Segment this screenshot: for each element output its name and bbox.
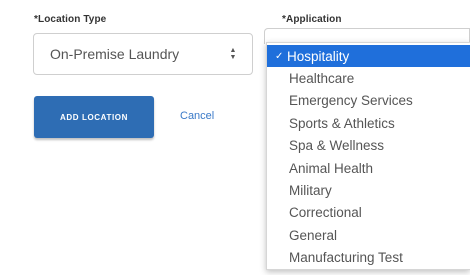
application-option[interactable]: Spa & Wellness xyxy=(267,135,470,157)
application-option-label: Spa & Wellness xyxy=(289,138,385,154)
application-option-label: Manufacturing Test xyxy=(289,250,403,266)
application-option[interactable]: Emergency Services xyxy=(267,90,470,112)
location-type-value: On-Premise Laundry xyxy=(50,46,180,62)
application-option[interactable]: Correctional xyxy=(267,202,470,224)
application-label: *Application xyxy=(282,14,342,25)
check-icon: ✓ xyxy=(275,50,284,62)
cancel-link[interactable]: Cancel xyxy=(180,110,214,122)
application-option[interactable]: Sports & Athletics xyxy=(267,112,470,134)
application-option-label: General xyxy=(289,227,338,243)
application-option-label: Animal Health xyxy=(289,160,374,176)
application-option-label: Military xyxy=(289,183,332,199)
application-option-label: Emergency Services xyxy=(289,93,413,109)
add-location-form: *Location Type On-Premise Laundry ▲ ▼ *Ap… xyxy=(0,0,470,275)
location-type-label: *Location Type xyxy=(34,14,107,25)
up-down-arrows-icon: ▲ ▼ xyxy=(229,47,237,61)
application-option[interactable]: Healthcare xyxy=(267,67,470,89)
add-location-button[interactable]: ADD LOCATION xyxy=(34,96,154,138)
application-option[interactable]: General xyxy=(267,224,470,246)
application-option-label: Sports & Athletics xyxy=(289,115,395,131)
application-option-label: Hospitality xyxy=(287,48,350,64)
application-option-label: Healthcare xyxy=(289,71,355,87)
application-option[interactable]: Manufacturing Test xyxy=(267,247,470,269)
location-type-select[interactable]: On-Premise Laundry ▲ ▼ xyxy=(33,33,253,75)
application-option[interactable]: Animal Health xyxy=(267,157,470,179)
application-option[interactable]: Military xyxy=(267,179,470,201)
application-option[interactable]: ✓ Hospitality xyxy=(267,45,470,68)
application-option-label: Correctional xyxy=(289,205,362,221)
application-dropdown-list: ✓ Hospitality Healthcare Emergency Services… xyxy=(266,42,470,270)
